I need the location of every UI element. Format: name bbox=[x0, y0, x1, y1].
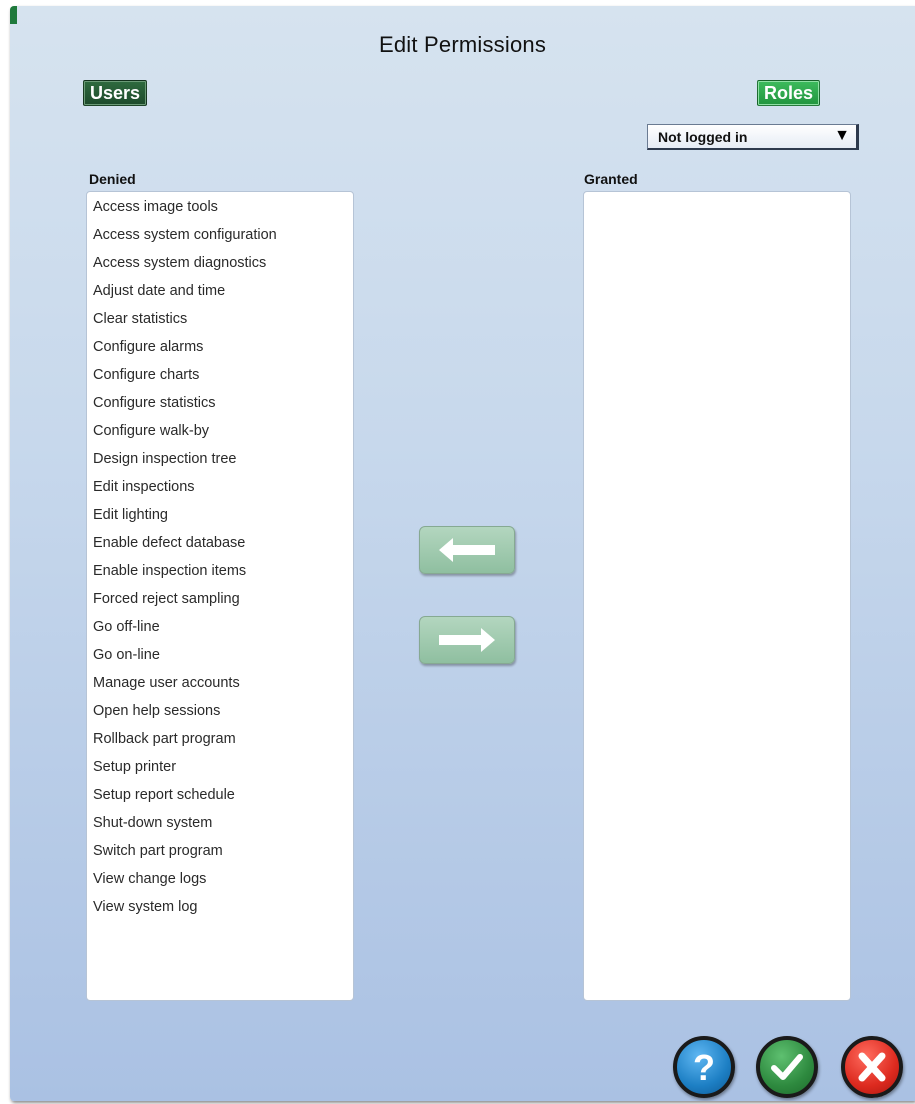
list-item[interactable]: Configure alarms bbox=[87, 338, 353, 366]
list-item[interactable]: Switch part program bbox=[87, 842, 353, 870]
list-item[interactable]: Configure statistics bbox=[87, 394, 353, 422]
list-item[interactable]: Forced reject sampling bbox=[87, 590, 353, 618]
help-button[interactable]: ? bbox=[673, 1036, 735, 1098]
list-item[interactable]: View change logs bbox=[87, 870, 353, 898]
list-item[interactable]: Setup report schedule bbox=[87, 786, 353, 814]
list-item[interactable]: Adjust date and time bbox=[87, 282, 353, 310]
list-item[interactable]: Rollback part program bbox=[87, 730, 353, 758]
question-mark-icon: ? bbox=[693, 1047, 715, 1088]
arrow-right-icon bbox=[439, 628, 495, 652]
x-icon bbox=[858, 1052, 886, 1082]
move-to-denied-button[interactable] bbox=[419, 526, 515, 574]
role-select-dropdown[interactable]: Not logged in ▼ bbox=[647, 124, 859, 150]
list-item[interactable]: Configure charts bbox=[87, 366, 353, 394]
users-tab-button[interactable]: Users bbox=[83, 80, 148, 106]
dialog-title: Edit Permissions bbox=[378, 32, 547, 57]
roles-tab-button[interactable]: Roles bbox=[756, 80, 820, 106]
granted-list-label: Granted bbox=[584, 171, 638, 187]
edit-permissions-dialog: Edit Permissions Users Roles Not logged … bbox=[10, 6, 915, 1101]
list-item[interactable]: Shut-down system bbox=[87, 814, 353, 842]
denied-permissions-list[interactable]: Access image tools Access system configur… bbox=[86, 191, 354, 1001]
list-item[interactable]: Access system diagnostics bbox=[87, 254, 353, 282]
window-corner-accent bbox=[10, 6, 17, 24]
granted-permissions-list[interactable] bbox=[583, 191, 851, 1001]
role-select-value: Not logged in bbox=[658, 129, 748, 145]
svg-text:?: ? bbox=[693, 1047, 715, 1088]
list-item[interactable]: Configure walk-by bbox=[87, 422, 353, 450]
checkmark-icon bbox=[771, 1054, 803, 1080]
list-item[interactable]: Go on-line bbox=[87, 646, 353, 674]
dropdown-arrow-icon: ▼ bbox=[834, 127, 850, 144]
list-item[interactable]: View system log bbox=[87, 898, 353, 926]
list-item[interactable]: Enable defect database bbox=[87, 534, 353, 562]
list-item[interactable]: Manage user accounts bbox=[87, 674, 353, 702]
list-item[interactable]: Clear statistics bbox=[87, 310, 353, 338]
list-item[interactable]: Go off-line bbox=[87, 618, 353, 646]
list-item[interactable]: Access system configuration bbox=[87, 226, 353, 254]
cancel-button[interactable] bbox=[841, 1036, 903, 1098]
list-item[interactable]: Edit lighting bbox=[87, 506, 353, 534]
move-to-granted-button[interactable] bbox=[419, 616, 515, 664]
list-item[interactable]: Open help sessions bbox=[87, 702, 353, 730]
list-item[interactable]: Access image tools bbox=[87, 198, 353, 226]
denied-list-label: Denied bbox=[89, 171, 136, 187]
list-item[interactable]: Setup printer bbox=[87, 758, 353, 786]
list-item[interactable]: Enable inspection items bbox=[87, 562, 353, 590]
arrow-left-icon bbox=[439, 538, 495, 562]
list-item[interactable]: Design inspection tree bbox=[87, 450, 353, 478]
list-item[interactable]: Edit inspections bbox=[87, 478, 353, 506]
ok-button[interactable] bbox=[756, 1036, 818, 1098]
